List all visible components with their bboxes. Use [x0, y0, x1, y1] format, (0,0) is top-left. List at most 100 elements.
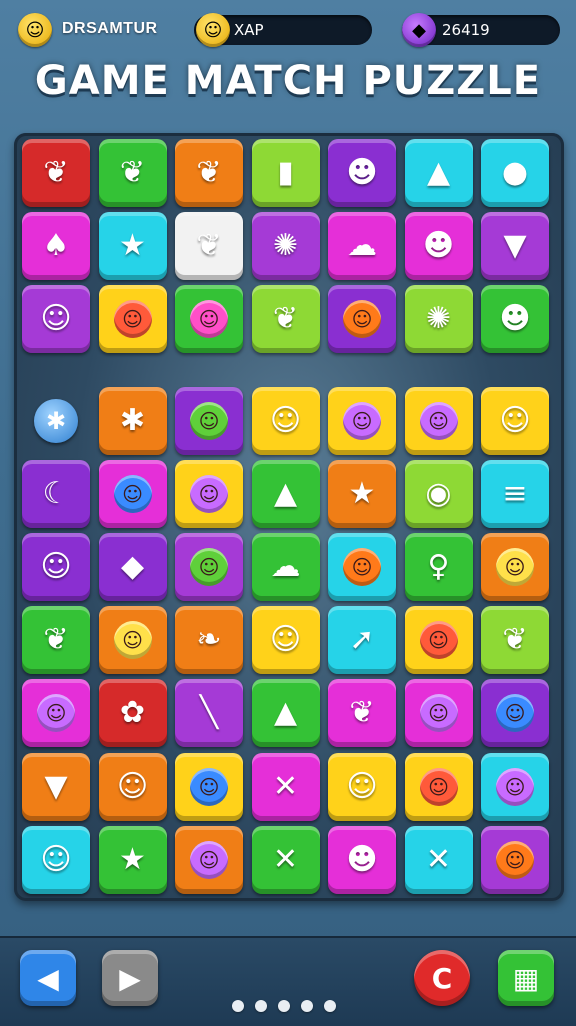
board-tile[interactable]: ☺	[404, 752, 473, 821]
board-tile[interactable]: ★	[98, 825, 167, 894]
board-tile[interactable]: ☺	[481, 386, 549, 455]
board-tile[interactable]: ☻	[328, 139, 396, 207]
board-tile[interactable]: ╲	[175, 679, 243, 748]
board-tile[interactable]: ▼	[22, 752, 90, 821]
page-dot[interactable]	[324, 1000, 336, 1012]
page-dot[interactable]	[278, 1000, 290, 1012]
board-tile[interactable]: ☺	[175, 825, 243, 894]
board-tile[interactable]: ❦	[175, 139, 243, 207]
board-tile[interactable]: ❦	[328, 679, 396, 748]
board-tile[interactable]: ☻	[328, 825, 396, 894]
board-tile[interactable]: ✺	[251, 212, 320, 281]
board-tile[interactable]: ☺	[98, 752, 167, 821]
ball-icon: ✱	[119, 402, 146, 438]
board-tile[interactable]: ☾	[22, 459, 90, 528]
leaf-icon: ❦	[196, 228, 222, 264]
restart-button[interactable]: C	[414, 950, 470, 1006]
board-tile[interactable]: ≡	[481, 459, 549, 528]
back-button[interactable]: ◀	[20, 950, 76, 1006]
board-tile[interactable]: ☺	[328, 285, 396, 354]
board-tile[interactable]: ✱	[22, 387, 90, 455]
board-tile[interactable]: ☺	[22, 679, 90, 748]
coins-icon: ≡	[502, 475, 528, 511]
yellow-orb-icon: ☺	[496, 548, 534, 586]
board-tile[interactable]: ★	[328, 459, 396, 528]
board-tile[interactable]: ▲	[404, 139, 473, 207]
board-tile[interactable]: ☺	[328, 386, 396, 455]
board-tile[interactable]: ❦	[175, 212, 243, 281]
board-tile[interactable]: ☺	[175, 752, 243, 821]
board-tile[interactable]: ☺	[404, 386, 473, 455]
board-tile[interactable]: ●	[481, 139, 549, 207]
page-dot[interactable]	[301, 1000, 313, 1012]
face-icon: ☺	[40, 549, 72, 584]
purple-orb-icon: ☺	[190, 474, 228, 513]
board-tile[interactable]: ❧	[175, 606, 243, 675]
board-tile[interactable]: ☺	[175, 285, 243, 354]
board-tile[interactable]: ☺	[22, 533, 90, 601]
board-tile[interactable]: ➚	[328, 606, 396, 675]
leaf-icon: ❦	[119, 155, 146, 190]
board-tile[interactable]: ☺	[328, 533, 396, 601]
blob-icon: ☻	[422, 228, 455, 264]
star-icon: ★	[348, 475, 376, 511]
cross-icon: ✕	[425, 841, 452, 877]
player-name: DRSAMTUR	[62, 20, 158, 37]
board-tile[interactable]: ☁	[251, 533, 320, 601]
board-tile[interactable]: ☺	[404, 679, 473, 748]
board-tile[interactable]: ☺	[328, 752, 396, 821]
board-tile[interactable]: ☺	[22, 285, 90, 354]
board-tile[interactable]: ✿	[98, 679, 167, 748]
board-tile[interactable]: ▮	[251, 139, 320, 207]
orange-orb-icon: ☺	[496, 840, 534, 879]
back-icon: ◀	[37, 961, 59, 995]
board-tile[interactable]: ☺	[481, 752, 549, 821]
board-tile[interactable]: ☺	[251, 386, 320, 455]
carrot-icon: ▲	[426, 155, 451, 190]
board-tile[interactable]: ✕	[251, 825, 320, 894]
board-tile[interactable]: ☺	[98, 606, 167, 675]
carrot-icon: ▲	[273, 695, 298, 731]
board-tile[interactable]: ♠	[22, 212, 90, 281]
page-dot[interactable]	[232, 1000, 244, 1012]
cross-icon: ✕	[272, 841, 299, 877]
cone-icon: ▼	[44, 768, 68, 804]
board-tile[interactable]: ◉	[404, 459, 473, 528]
board-tile[interactable]: ◆	[98, 533, 167, 601]
green-orb-icon: ☺	[190, 548, 228, 586]
menu-button[interactable]: ▦	[498, 950, 554, 1006]
board-tile[interactable]: ✕	[404, 825, 473, 894]
play-button[interactable]: ▶	[102, 950, 158, 1006]
board-tile[interactable]: ✱	[98, 386, 167, 455]
board-tile[interactable]: ☺	[175, 533, 243, 601]
cloud-icon: ☁	[347, 228, 377, 264]
board-tile[interactable]: ❦	[98, 139, 167, 207]
face-icon: ☺	[346, 768, 378, 804]
board-tile[interactable]: ☺	[98, 285, 167, 354]
board-tile[interactable]: ▲	[251, 459, 320, 528]
page-dot[interactable]	[255, 1000, 267, 1012]
board-tile[interactable]: ☺	[481, 533, 549, 601]
board-tile[interactable]: ❦	[481, 606, 549, 675]
board-tile[interactable]: ☺	[22, 825, 90, 894]
board-tile[interactable]: ☺	[175, 459, 243, 528]
board-tile[interactable]: ❦	[22, 139, 90, 207]
board-tile[interactable]: ▲	[251, 679, 320, 748]
board-tile[interactable]: ☺	[251, 606, 320, 675]
board-tile[interactable]: ☺	[481, 825, 549, 894]
board-tile[interactable]: ♀	[404, 533, 473, 601]
board-tile[interactable]: ★	[98, 212, 167, 281]
board-tile[interactable]: ☻	[481, 285, 549, 354]
board-tile[interactable]: ✺	[404, 285, 473, 354]
board-tile[interactable]: ❦	[22, 606, 90, 675]
board-tile[interactable]: ☺	[481, 679, 549, 748]
leaf-icon: ❦	[43, 155, 69, 190]
board-tile[interactable]: ☺	[98, 459, 167, 528]
board-tile[interactable]: ☻	[404, 212, 473, 281]
board-tile[interactable]: ☁	[328, 212, 396, 281]
board-tile[interactable]: ✕	[251, 752, 320, 821]
board-tile[interactable]: ❦	[251, 285, 320, 354]
board-tile[interactable]: ☺	[175, 386, 243, 455]
board-tile[interactable]: ☺	[404, 606, 473, 675]
board-tile[interactable]: ▼	[481, 212, 549, 281]
